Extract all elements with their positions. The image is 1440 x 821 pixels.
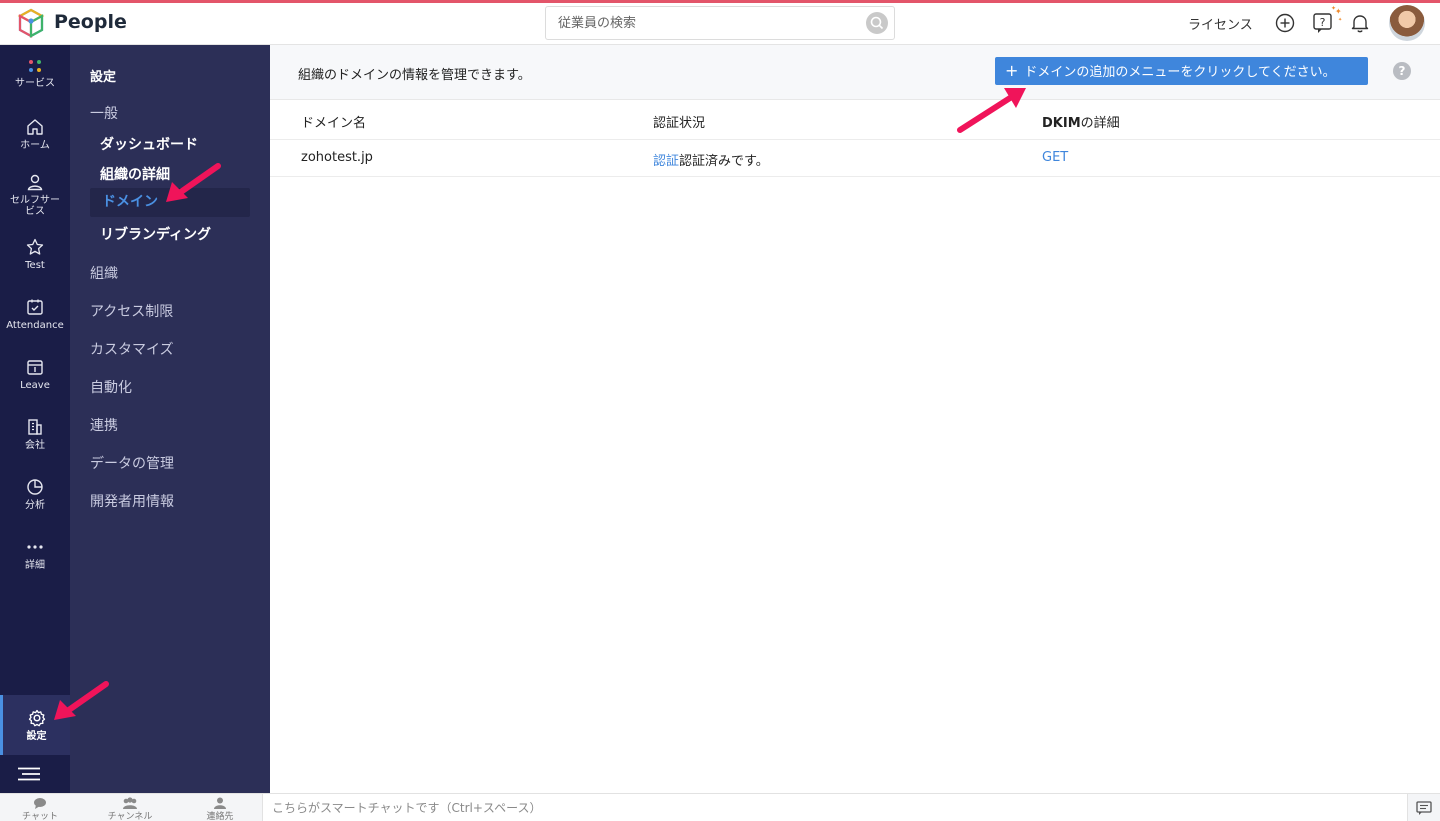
status-cell: 認証認証済みです。: [653, 150, 769, 169]
people-logo-icon[interactable]: [16, 8, 46, 38]
bottom-chat-bar: チャット チャンネル 連絡先: [0, 793, 1440, 821]
verify-link[interactable]: 認証: [653, 154, 679, 169]
annotation-arrow: [54, 681, 109, 720]
help-sparkle-icon[interactable]: ? ✦ ✦ ✦: [1311, 5, 1343, 35]
rail-item-test[interactable]: Test: [0, 237, 70, 293]
add-domain-button[interactable]: + ドメインの追加のメニューをクリックしてください。: [995, 57, 1368, 85]
nav-group-organization[interactable]: 組織: [90, 263, 118, 283]
domain-name-cell: zohotest.jp: [301, 150, 373, 165]
calendar-icon: [27, 360, 43, 375]
column-header-domain: ドメイン名: [301, 116, 367, 131]
rail-item-company[interactable]: 会社: [0, 417, 70, 473]
rail-item-leave[interactable]: Leave: [0, 357, 70, 413]
domain-toolbar: 組織のドメインの情報を管理できます。 + ドメインの追加のメニューをクリックしてく…: [270, 45, 1440, 100]
page-description: 組織のドメインの情報を管理できます。: [298, 68, 531, 83]
table-header: ドメイン名 認証状況 DKIMの詳細: [270, 100, 1440, 140]
rail-label: サービス: [15, 78, 55, 89]
column-header-dkim: DKIMの詳細: [1042, 112, 1120, 131]
nav-group-general[interactable]: 一般: [90, 103, 118, 123]
annotation-arrow: [957, 88, 1026, 133]
plus-icon: +: [1005, 61, 1019, 80]
user-icon: [27, 174, 43, 191]
rail-label: Leave: [20, 380, 50, 391]
svg-text:✦: ✦: [1335, 7, 1342, 16]
nav-group-data-management[interactable]: データの管理: [90, 453, 174, 473]
nav-group-integration[interactable]: 連携: [90, 415, 118, 435]
svg-text:?: ?: [1320, 16, 1326, 29]
status-text: 認証済みです。: [679, 154, 769, 169]
star-icon: [26, 238, 44, 255]
bottom-chat[interactable]: チャット: [0, 797, 80, 821]
pie-chart-icon: [27, 479, 43, 495]
license-link[interactable]: ライセンス: [1188, 14, 1253, 33]
rail-item-self-service[interactable]: セルフサー ビス: [0, 172, 70, 228]
group-icon: [123, 797, 137, 809]
bottom-channel[interactable]: チャンネル: [90, 797, 170, 821]
message-icon[interactable]: [1416, 801, 1432, 815]
rail-item-more[interactable]: 詳細: [0, 537, 70, 593]
rail-label: 詳細: [25, 560, 45, 571]
rail-label: Attendance: [6, 320, 64, 331]
rail-item-home[interactable]: ホーム: [0, 117, 70, 173]
annotation-arrow: [166, 163, 221, 202]
rail-item-attendance[interactable]: Attendance: [0, 297, 70, 353]
svg-text:✦: ✦: [1331, 5, 1336, 12]
apps-grid-icon: [29, 60, 41, 72]
column-header-status: 認証状況: [653, 116, 706, 131]
nav-group-access-restriction[interactable]: アクセス制限: [90, 301, 173, 321]
rail-label: 設定: [26, 731, 47, 742]
rail-item-services[interactable]: サービス: [0, 57, 70, 113]
add-circle-icon[interactable]: [1273, 11, 1297, 35]
more-icon: [27, 545, 43, 549]
nav-group-developer-info[interactable]: 開発者用情報: [90, 491, 174, 511]
bottom-contacts-label: 連絡先: [206, 812, 234, 821]
employee-search: [545, 6, 895, 40]
add-domain-label: ドメインの追加のメニューをクリックしてください。: [1024, 65, 1336, 80]
search-button[interactable]: [866, 12, 888, 34]
user-avatar[interactable]: [1389, 5, 1425, 41]
bottom-chat-label: チャット: [22, 812, 58, 821]
smart-chat-input[interactable]: [262, 794, 1408, 821]
app-name[interactable]: People: [54, 11, 127, 33]
dkim-prefix: DKIM: [1042, 116, 1081, 131]
rail-label: 分析: [25, 500, 45, 511]
search-icon: [870, 16, 884, 30]
nav-item-dashboard[interactable]: ダッシュボード: [100, 134, 198, 154]
header: People ライセンス ? ✦ ✦ ✦: [0, 3, 1440, 45]
rail-label: Test: [25, 260, 45, 271]
rail-label: セルフサー ビス: [10, 195, 60, 217]
home-icon: [27, 119, 43, 135]
building-icon: [28, 419, 42, 435]
table-row: zohotest.jp 認証認証済みです。 GET: [270, 140, 1440, 177]
contact-icon: [214, 797, 226, 809]
rail-label: ホーム: [20, 140, 50, 151]
rail-item-analytics[interactable]: 分析: [0, 477, 70, 533]
dkim-get-link[interactable]: GET: [1042, 150, 1068, 165]
rail-label: 会社: [25, 440, 45, 451]
nav-group-customize[interactable]: カスタマイズ: [90, 339, 174, 359]
bottom-channel-label: チャンネル: [107, 812, 153, 821]
domain-table: ドメイン名 認証状況 DKIMの詳細 zohotest.jp 認証認証済みです。…: [270, 100, 1440, 177]
calendar-check-icon: [27, 299, 43, 315]
bottom-contacts[interactable]: 連絡先: [180, 797, 260, 821]
help-icon[interactable]: ?: [1393, 62, 1411, 80]
gear-icon: [28, 709, 45, 727]
nav-group-automation[interactable]: 自動化: [90, 377, 132, 397]
svg-text:✦: ✦: [1338, 17, 1342, 23]
nav-item-rebranding[interactable]: リブランディング: [100, 224, 211, 244]
bell-icon[interactable]: [1348, 11, 1372, 35]
dkim-suffix: の詳細: [1080, 116, 1120, 131]
chat-bubble-icon: [34, 798, 46, 809]
search-input[interactable]: [546, 7, 856, 39]
menu-icon[interactable]: [18, 767, 40, 781]
settings-nav-title: 設定: [90, 70, 117, 85]
